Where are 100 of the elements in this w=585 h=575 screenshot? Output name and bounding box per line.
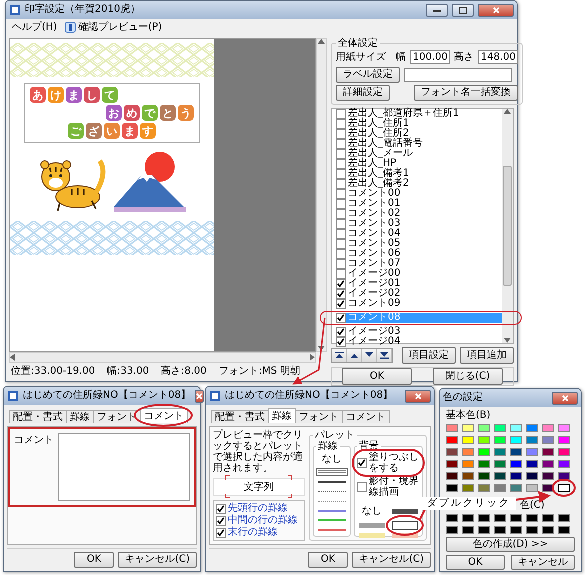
checkbox[interactable]: [216, 528, 226, 538]
line-style-option[interactable]: [316, 468, 348, 476]
checkbox[interactable]: [336, 219, 346, 229]
color-swatch[interactable]: [510, 448, 522, 456]
maximize-button[interactable]: [452, 4, 474, 16]
comment-field[interactable]: [58, 433, 190, 501]
list-item[interactable]: 差出人_住所2: [336, 129, 502, 139]
checkbox[interactable]: [336, 259, 346, 269]
color-swatch[interactable]: [478, 526, 490, 534]
list-item[interactable]: コメント07: [336, 259, 502, 269]
checkbox[interactable]: [336, 189, 346, 199]
preview-frame[interactable]: 文字列: [213, 478, 305, 496]
menu-item[interactable]: ヘルプ(H): [12, 20, 58, 34]
color-swatch[interactable]: [542, 436, 554, 444]
label-field[interactable]: [404, 68, 512, 82]
list-item[interactable]: 差出人_都道府県＋住所1: [336, 109, 502, 119]
color-swatch[interactable]: [494, 448, 506, 456]
dialog-button[interactable]: キャンセル(C): [352, 552, 431, 568]
color-swatch[interactable]: [542, 484, 554, 492]
color-swatch[interactable]: [478, 424, 490, 432]
checkbox[interactable]: [336, 169, 346, 179]
move-button[interactable]: [347, 349, 362, 362]
tab[interactable]: フォント: [93, 410, 141, 423]
color-swatch[interactable]: [494, 484, 506, 492]
tab[interactable]: フォント: [295, 410, 343, 423]
option-item[interactable]: 末行の罫線: [216, 527, 302, 538]
tab[interactable]: 罫線: [66, 410, 94, 423]
color-swatch[interactable]: [494, 472, 506, 480]
menu-item[interactable]: 確認プレビュー(P): [65, 20, 162, 34]
dialog-button[interactable]: 閉じる(C): [432, 368, 503, 385]
font-replace-button[interactable]: フォント名一括変換: [414, 85, 518, 101]
color-swatch[interactable]: [446, 472, 458, 480]
color-swatch[interactable]: [462, 424, 474, 432]
color-swatch[interactable]: [478, 484, 490, 492]
checkbox[interactable]: [336, 179, 346, 189]
color-swatch[interactable]: [359, 533, 385, 538]
checkbox[interactable]: [336, 109, 346, 119]
checkbox[interactable]: [336, 279, 346, 289]
color-swatch[interactable]: [510, 484, 522, 492]
color-swatch[interactable]: [510, 514, 522, 522]
list-item[interactable]: 差出人_備考1: [336, 169, 502, 179]
checkbox[interactable]: [357, 482, 367, 492]
close-button[interactable]: [478, 4, 514, 16]
checkbox[interactable]: [336, 313, 346, 323]
dialog-button[interactable]: OK: [74, 552, 114, 568]
color-swatch[interactable]: [359, 523, 385, 528]
color-swatch[interactable]: [558, 526, 570, 534]
checkbox[interactable]: [216, 504, 226, 514]
close-button[interactable]: [405, 390, 431, 402]
list-item[interactable]: コメント06: [336, 249, 502, 259]
color-swatch[interactable]: [446, 448, 458, 456]
list-item[interactable]: 差出人_備考2: [336, 179, 502, 189]
color-swatch[interactable]: [526, 472, 538, 480]
none-option[interactable]: なし: [362, 504, 382, 518]
checkbox[interactable]: [336, 289, 346, 299]
list-item[interactable]: コメント05: [336, 239, 502, 249]
color-swatch[interactable]: [558, 424, 570, 432]
color-swatch[interactable]: [494, 460, 506, 468]
color-swatch[interactable]: [558, 484, 570, 492]
color-swatch[interactable]: [494, 424, 506, 432]
color-swatch[interactable]: [478, 436, 490, 444]
color-swatch[interactable]: [446, 424, 458, 432]
checkbox[interactable]: [336, 159, 346, 169]
list-item[interactable]: 差出人_HP: [336, 159, 502, 169]
tab[interactable]: コメント: [140, 408, 188, 423]
checkbox[interactable]: [336, 327, 346, 337]
checkbox[interactable]: [336, 239, 346, 249]
color-swatch[interactable]: [526, 460, 538, 468]
minimize-button[interactable]: [426, 4, 448, 16]
move-button[interactable]: [362, 349, 377, 362]
width-field[interactable]: 100.00: [410, 50, 450, 64]
color-swatch[interactable]: [392, 533, 418, 538]
list-item[interactable]: 差出人_メール: [336, 149, 502, 159]
color-swatch[interactable]: [558, 472, 570, 480]
checkbox[interactable]: [357, 458, 367, 468]
color-swatch[interactable]: [542, 514, 554, 522]
detail-settings-button[interactable]: 詳細設定: [336, 85, 390, 101]
color-swatch[interactable]: [510, 472, 522, 480]
list-item[interactable]: コメント04: [336, 229, 502, 239]
option-item[interactable]: 中間の行の罫線: [216, 515, 302, 526]
color-swatch[interactable]: [462, 472, 474, 480]
color-swatch[interactable]: [446, 460, 458, 468]
checkbox[interactable]: [336, 129, 346, 139]
close-button[interactable]: [195, 390, 204, 402]
checkbox[interactable]: [336, 199, 346, 209]
checkbox[interactable]: [336, 149, 346, 159]
color-swatch[interactable]: [542, 472, 554, 480]
dialog-button[interactable]: OK: [308, 552, 348, 568]
color-swatch[interactable]: [558, 514, 570, 522]
color-swatch[interactable]: [462, 436, 474, 444]
color-swatch[interactable]: [446, 436, 458, 444]
list-item[interactable]: コメント01: [336, 199, 502, 209]
list-item[interactable]: コメント03: [336, 219, 502, 229]
list-item[interactable]: イメージ02: [336, 289, 502, 299]
define-colors-button[interactable]: 色の作成(D) >>: [446, 537, 575, 552]
color-swatch[interactable]: [392, 508, 418, 514]
color-swatch[interactable]: [510, 460, 522, 468]
checkbox[interactable]: [336, 139, 346, 149]
color-swatch[interactable]: [510, 424, 522, 432]
color-swatch[interactable]: [462, 514, 474, 522]
